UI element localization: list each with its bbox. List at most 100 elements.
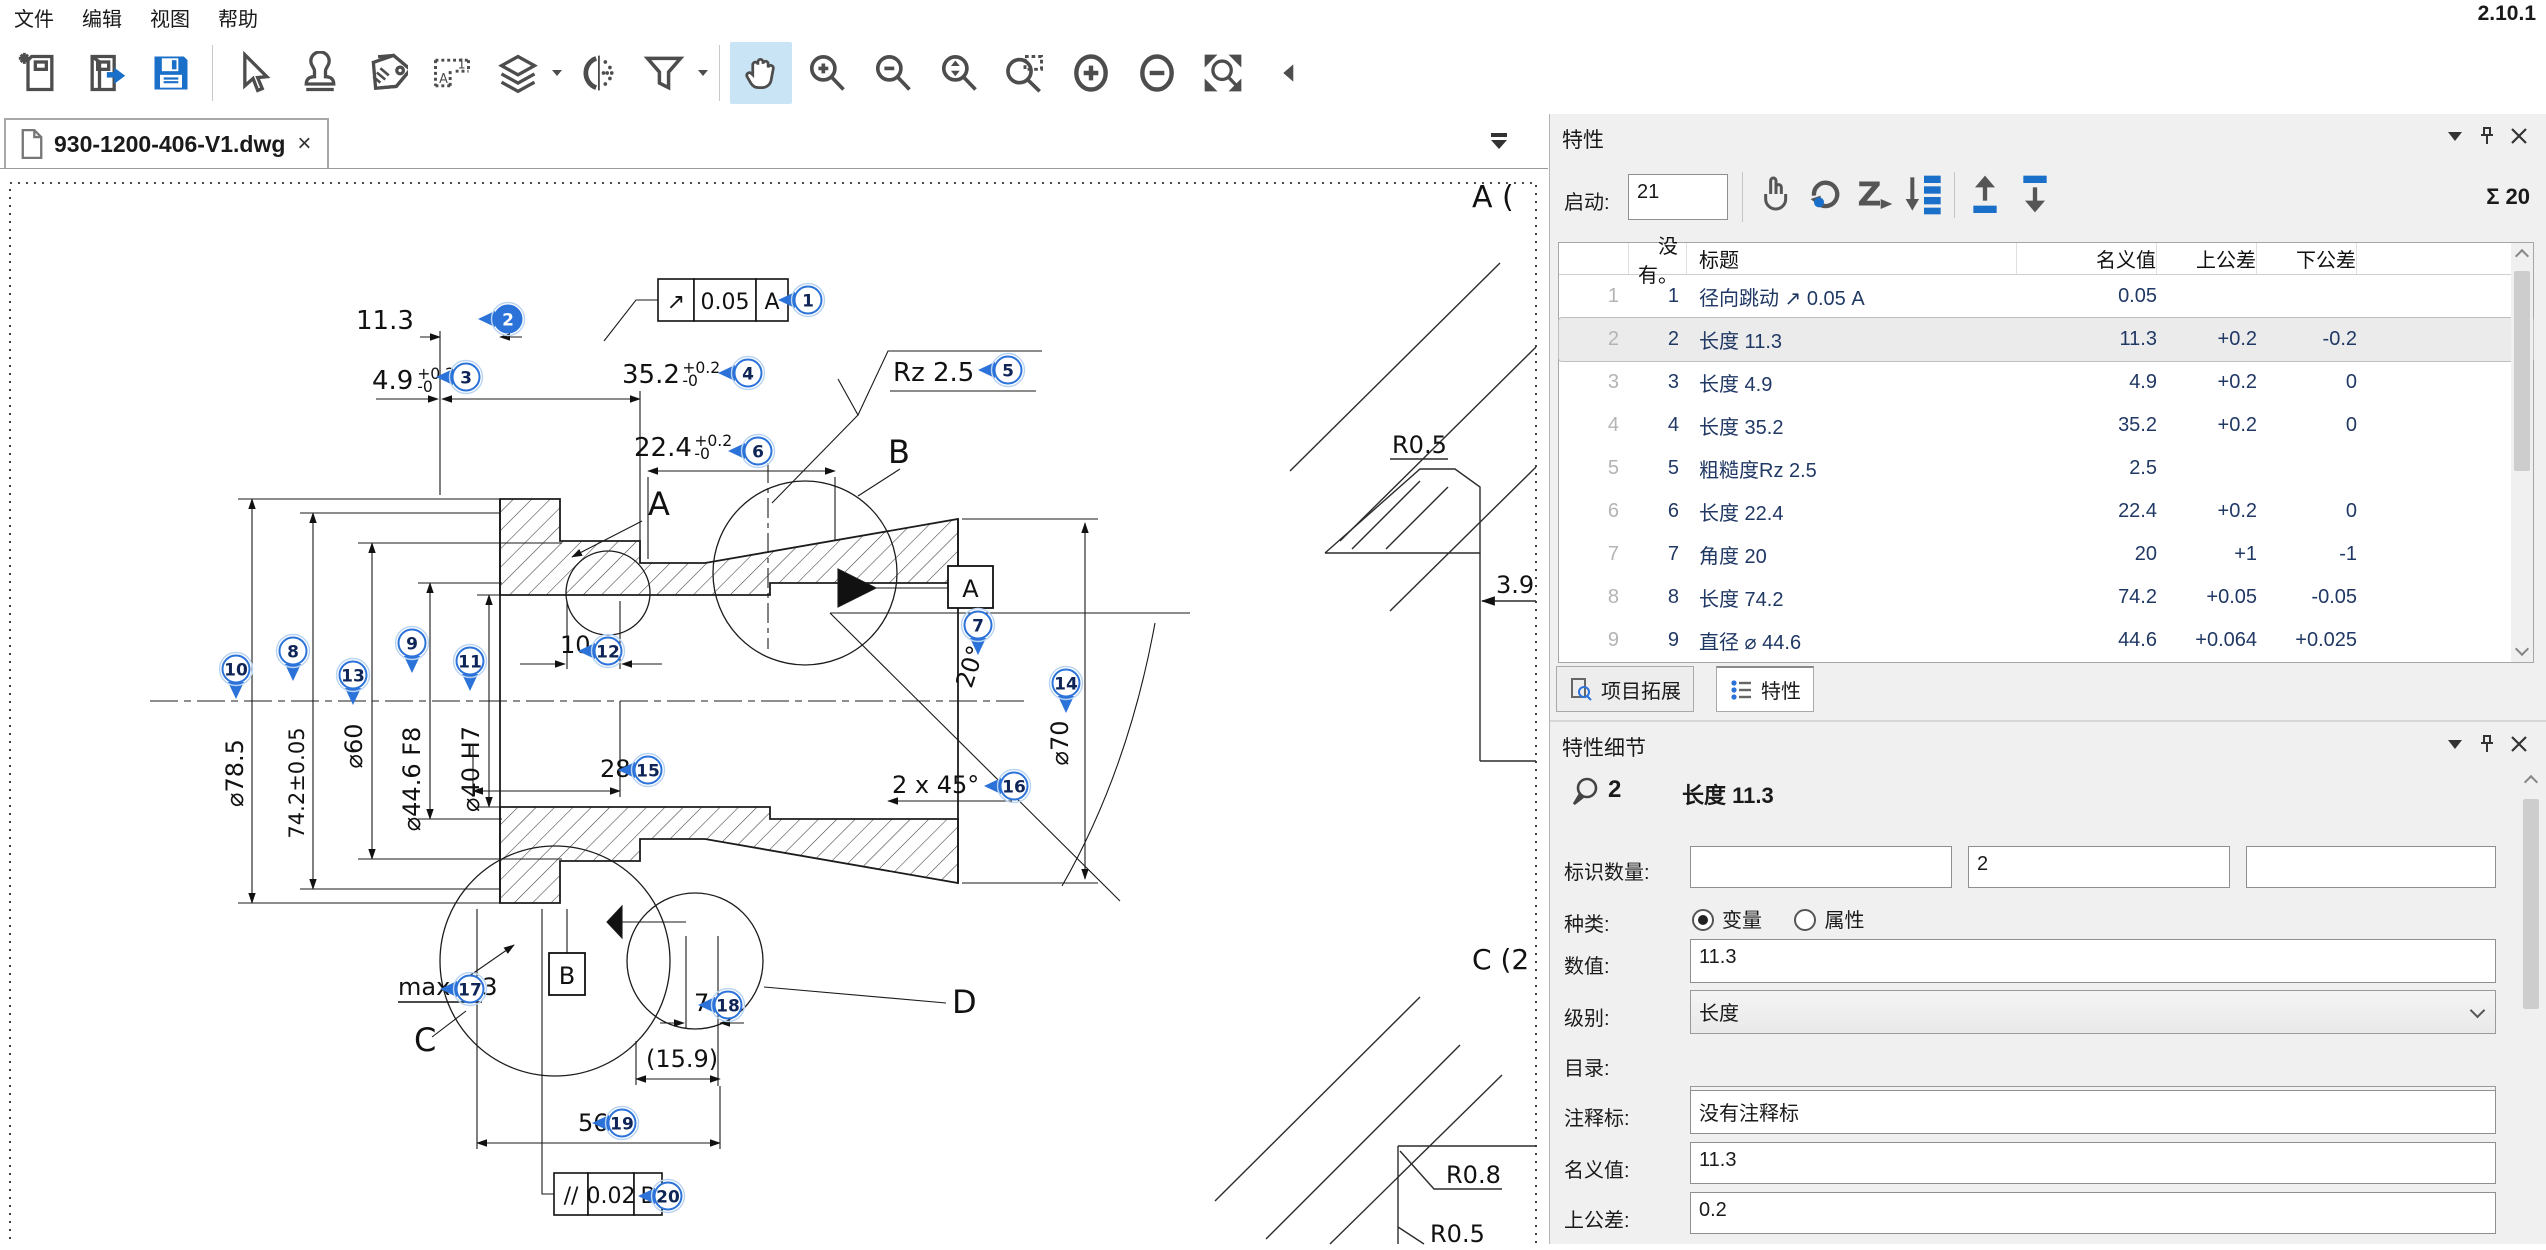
menu-item-3[interactable]: 帮助 [204,0,272,35]
zoom-fit-icon[interactable] [1192,42,1254,104]
pan-hand-icon[interactable] [730,42,792,104]
cell-c-no: 7 [1629,543,1687,566]
mirror-icon[interactable] [567,42,629,104]
menu-item-2[interactable]: 视图 [136,0,204,35]
cell-c-up: +0.05 [2157,586,2257,609]
dimension-text: B [888,433,910,471]
menu-item-0[interactable]: 文件 [0,0,68,35]
increase-icon[interactable] [1060,42,1122,104]
rotate-icon[interactable] [1804,172,1844,221]
move-bottom-icon[interactable] [2015,172,2055,221]
upper-tolerance-label: 上公差: [1564,1204,1630,1233]
zoom-in-icon[interactable] [796,42,858,104]
balloon-10[interactable]: 10 [220,653,253,700]
balloon-9[interactable]: 9 [396,627,429,674]
move-top-icon[interactable] [1965,172,2005,221]
balloon-13[interactable]: 13 [337,659,370,706]
table-row[interactable]: 22长度 11.311.3+0.2-0.2 [1559,318,2533,361]
balloon-14[interactable]: 14 [1050,667,1083,714]
radio-variable[interactable] [1692,909,1714,931]
characteristics-table[interactable]: 没有。 标题 名义值 上公差 下公差 11径向跳动 ↗ 0.05 A0.0522… [1558,242,2534,663]
panel-close-icon[interactable] [2510,735,2528,753]
capture-region-icon[interactable]: 1A [421,42,483,104]
id-count-input-2[interactable]: 2 [1968,846,2230,888]
svg-text:B: B [559,962,575,990]
open-file-icon[interactable] [74,42,136,104]
dropdown-arrow-icon[interactable] [551,69,565,77]
pointer-icon[interactable] [1754,172,1794,221]
cell-c-no: 3 [1629,371,1687,394]
table-scrollbar[interactable] [2511,243,2533,662]
svg-text:1: 1 [802,292,814,312]
balloon-6[interactable]: 6 [728,435,775,468]
details-panel-controls [2446,734,2528,754]
note-input[interactable]: 没有注释标 [1690,1090,2496,1134]
svg-text:5: 5 [1002,362,1014,382]
panel-collapse-icon[interactable] [2446,130,2464,142]
tag-icon[interactable] [355,42,417,104]
drawing-canvas[interactable]: 11.34.9+0.2-035.2+0.2-022.4+0.2-0Rz 2.5A… [0,168,1548,1244]
class-select[interactable]: 长度 [1690,990,2496,1034]
start-input[interactable]: 21 [1628,174,1728,220]
value-input[interactable]: 11.3 [1690,939,2496,983]
layers-icon[interactable] [487,42,549,104]
table-row[interactable]: 44长度 35.235.2+0.20 [1559,404,2533,447]
table-row[interactable]: 11径向跳动 ↗ 0.05 A0.05 [1559,275,2533,318]
cell-c-title: 长度 4.9 [1687,368,2017,397]
collapse-icon[interactable] [1258,42,1320,104]
dimension-text: 4.9 [372,366,413,396]
nominal-input[interactable]: 11.3 [1690,1142,2496,1184]
zoom-window-icon[interactable] [994,42,1056,104]
balloon-4[interactable]: 4 [718,357,765,390]
radio-attribute[interactable] [1794,909,1816,931]
sum-badge: Σ 20 [2486,184,2530,210]
dimension-text: ⌀40 H7 [457,726,485,812]
details-scrollbar[interactable] [2520,769,2542,1244]
table-row[interactable]: 88长度 74.274.2+0.05-0.05 [1559,576,2533,619]
document-tab[interactable]: 930-1200-406-V1.dwg × [4,118,329,168]
zoom-dynamic-icon[interactable] [928,42,990,104]
panel-collapse-icon[interactable] [2446,738,2464,750]
svg-text:Z: Z [1857,175,1881,214]
tab-characteristics[interactable]: 特性 [1716,666,1814,712]
table-row[interactable]: 55粗糙度Rz 2.52.5 [1559,447,2533,490]
cell-c-lo: -0.05 [2257,586,2357,609]
panel-pin-icon[interactable] [2478,126,2496,146]
dropdown-arrow-icon[interactable] [697,69,711,77]
filter-icon[interactable] [633,42,695,104]
tab-close-icon[interactable]: × [295,130,313,158]
tab-project-expansion[interactable]: 项目拓展 [1556,666,1694,712]
table-row[interactable]: 66长度 22.422.4+0.20 [1559,490,2533,533]
id-count-input-3[interactable] [2246,846,2496,888]
table-row[interactable]: 77角度 2020+1-1 [1559,533,2533,576]
decrease-icon[interactable] [1126,42,1188,104]
stamp-icon[interactable] [289,42,351,104]
new-file-icon[interactable] [8,42,70,104]
id-count-input-1[interactable] [1690,846,1952,888]
menu-item-1[interactable]: 编辑 [68,0,136,35]
svg-text:15: 15 [636,762,660,782]
tab-overflow-icon[interactable] [1488,130,1510,152]
cell-c-lo: 0 [2257,414,2357,437]
z-order-icon[interactable]: Z [1854,172,1894,221]
panel-close-icon[interactable] [2510,127,2528,145]
cell-c-up: +0.2 [2157,414,2257,437]
datum-label: A [948,566,993,608]
balloon-5[interactable]: 5 [978,354,1025,387]
balloon-2[interactable]: 2 [478,303,525,336]
panel-pin-icon[interactable] [2478,734,2496,754]
svg-text:0.02: 0.02 [587,1184,636,1209]
balloon-11[interactable]: 11 [454,645,487,692]
sort-list-icon[interactable] [1904,172,1944,221]
upper-tolerance-input[interactable]: 0.2 [1690,1192,2496,1234]
select-cursor-icon[interactable] [223,42,285,104]
balloon-16[interactable]: 16 [984,770,1031,803]
table-row[interactable]: 99直径 ⌀ 44.644.6+0.064+0.025 [1559,619,2533,662]
table-row[interactable]: 33长度 4.94.9+0.20 [1559,361,2533,404]
cell-c-lo: -0.2 [2257,328,2357,351]
zoom-out-icon[interactable] [862,42,924,104]
balloon-8[interactable]: 8 [277,635,310,682]
tolerance-lower-text: -0 [682,372,698,390]
cell-c-no: 1 [1629,285,1687,308]
save-icon[interactable] [140,42,202,104]
